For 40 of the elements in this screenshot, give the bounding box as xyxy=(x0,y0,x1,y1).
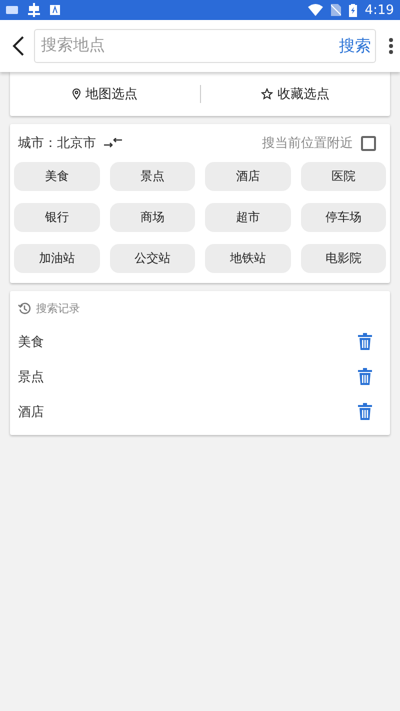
category-chip[interactable]: 停车场 xyxy=(300,203,386,232)
nearby-checkbox[interactable] xyxy=(361,136,376,150)
search-button[interactable]: 搜索 xyxy=(339,36,371,56)
battery-icon xyxy=(348,4,357,16)
category-chip[interactable]: 超市 xyxy=(205,203,290,232)
wifi-icon xyxy=(308,4,323,16)
trash-icon xyxy=(358,403,372,420)
category-chip[interactable]: 银行 xyxy=(14,203,100,232)
trash-icon xyxy=(358,333,372,350)
nearby-label: 搜当前位置附近 xyxy=(262,135,353,152)
history-item[interactable]: 景点 xyxy=(18,368,44,386)
trash-icon xyxy=(358,368,372,385)
back-icon[interactable] xyxy=(12,36,24,56)
delete-button[interactable] xyxy=(358,368,372,385)
category-chip[interactable]: 电影院 xyxy=(300,244,386,273)
switch-icon[interactable] xyxy=(104,138,122,148)
clock-time: 4:19 xyxy=(364,2,394,18)
history-item[interactable]: 酒店 xyxy=(18,402,44,420)
category-chip[interactable]: 景点 xyxy=(110,162,195,191)
city-label: 城市：北京市 xyxy=(18,135,96,152)
category-chip[interactable]: 公交站 xyxy=(110,244,195,273)
category-chip[interactable]: 医院 xyxy=(300,162,386,191)
star-icon xyxy=(261,88,274,100)
delete-button[interactable] xyxy=(358,333,372,350)
pin-icon xyxy=(72,88,82,100)
history-item[interactable]: 美食 xyxy=(18,332,44,350)
history-icon xyxy=(18,302,31,315)
pick-tab[interactable]: 收藏选点 xyxy=(200,84,390,104)
category-chip[interactable]: 加油站 xyxy=(14,244,100,273)
app-icon xyxy=(50,5,60,15)
pick-tab[interactable]: 地图选点 xyxy=(10,84,200,104)
more-icon[interactable] xyxy=(386,37,396,55)
category-chip[interactable]: 酒店 xyxy=(205,162,290,191)
no-sim-icon xyxy=(330,4,341,16)
category-chip[interactable]: 美食 xyxy=(14,162,100,191)
delete-button[interactable] xyxy=(358,403,372,420)
history-title: 搜索记录 xyxy=(36,301,80,316)
category-chip[interactable]: 商场 xyxy=(110,203,195,232)
search-field[interactable]: 搜索地点 搜索 xyxy=(34,29,376,63)
category-chip[interactable]: 地铁站 xyxy=(205,244,290,273)
